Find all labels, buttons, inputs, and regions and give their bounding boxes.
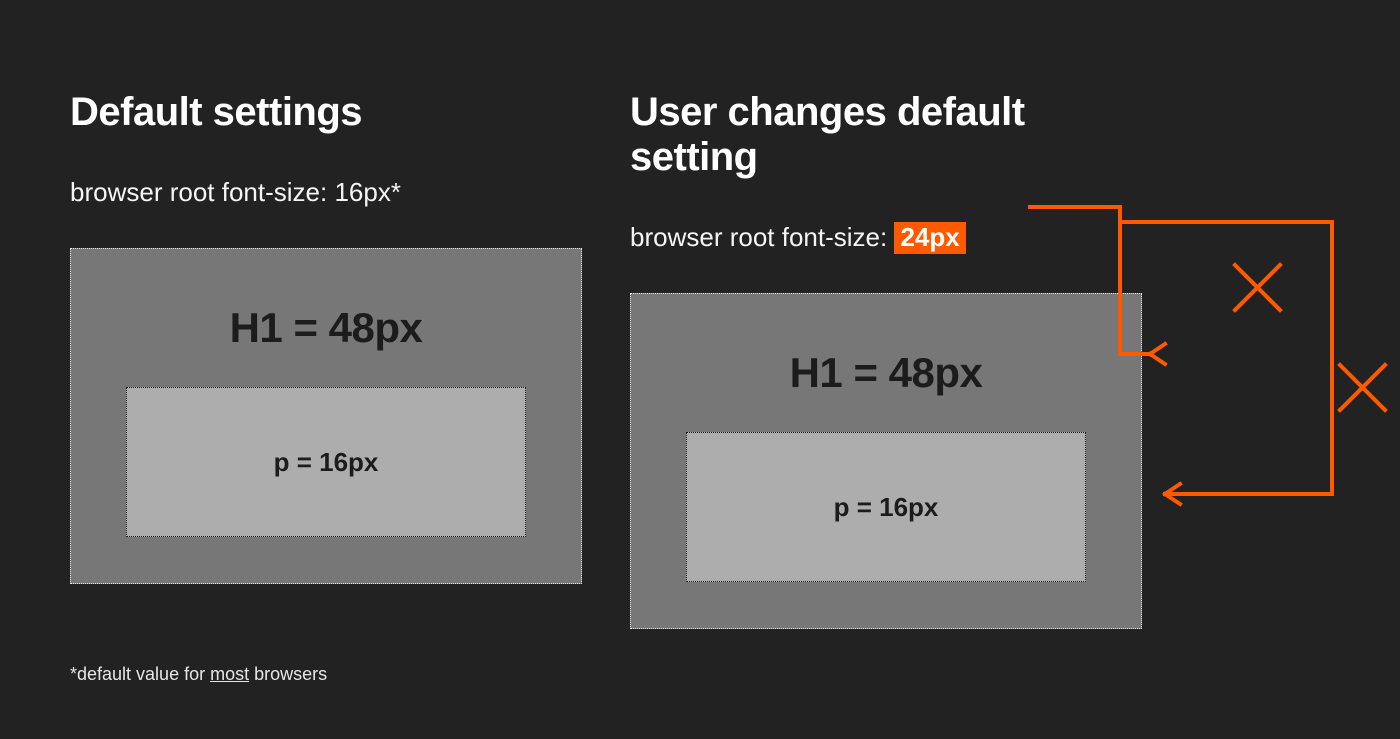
- inner-box-right: p = 16px: [686, 432, 1086, 582]
- outer-box-right: H1 = 48px p = 16px: [630, 293, 1142, 629]
- p-label-right: p = 16px: [834, 492, 939, 523]
- panel-user-changes: User changes default setting browser roo…: [630, 90, 1150, 629]
- root-font-size-label: browser root font-size:: [70, 177, 334, 207]
- panel-default-settings: Default settings browser root font-size:…: [70, 90, 590, 584]
- x-icon: [1340, 365, 1385, 410]
- footnote-suffix: browsers: [249, 664, 327, 684]
- h1-label-right: H1 = 48px: [790, 349, 983, 397]
- inner-box-left: p = 16px: [126, 387, 526, 537]
- root-font-size-label: browser root font-size:: [630, 222, 894, 252]
- root-font-size-value-highlight: 24px: [894, 222, 965, 254]
- root-font-size-value: 16px*: [334, 177, 401, 207]
- h1-label-left: H1 = 48px: [230, 304, 423, 352]
- p-label-left: p = 16px: [274, 447, 379, 478]
- footnote-prefix: *default value for: [70, 664, 210, 684]
- x-icon: [1235, 265, 1280, 310]
- footnote-underlined: most: [210, 664, 249, 684]
- panel-title-right: User changes default setting: [630, 90, 1150, 180]
- outer-box-left: H1 = 48px p = 16px: [70, 248, 582, 584]
- panel-title-left: Default settings: [70, 90, 590, 135]
- footnote: *default value for most browsers: [70, 664, 327, 685]
- root-font-size-left: browser root font-size: 16px*: [70, 177, 590, 208]
- root-font-size-right: browser root font-size: 24px: [630, 222, 1150, 253]
